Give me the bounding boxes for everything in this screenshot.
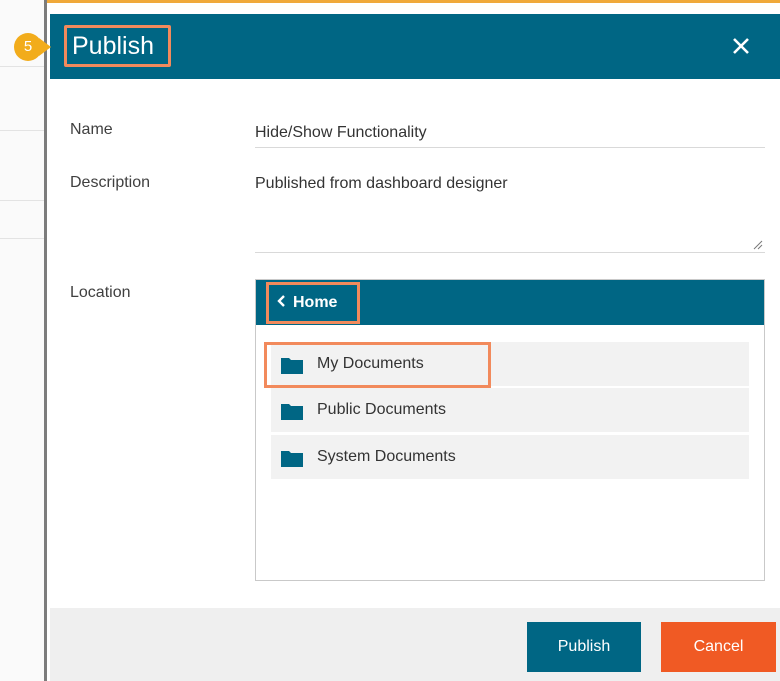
dialog-title: Publish: [64, 25, 171, 67]
dialog-header: Publish: [50, 14, 780, 79]
folder-label: Public Documents: [317, 401, 446, 418]
step-badge-pointer: [39, 38, 51, 56]
folder-system-documents[interactable]: System Documents: [271, 435, 749, 479]
home-back-button[interactable]: Home: [266, 282, 360, 324]
location-browser: Home My Documents Public Documents Syste…: [255, 279, 765, 581]
name-label: Name: [70, 121, 113, 138]
dialog-footer: Publish Cancel: [50, 608, 780, 681]
folder-label: My Documents: [317, 355, 424, 372]
publish-button[interactable]: Publish: [527, 622, 641, 672]
top-accent-bar: [0, 0, 780, 3]
description-field[interactable]: Published from dashboard designer: [255, 168, 765, 253]
cancel-button[interactable]: Cancel: [661, 622, 776, 672]
step-badge: 5: [14, 33, 42, 61]
folder-public-documents[interactable]: Public Documents: [271, 388, 749, 432]
description-label: Description: [70, 174, 151, 191]
close-icon[interactable]: [726, 31, 756, 61]
name-field[interactable]: Hide/Show Functionality: [255, 119, 765, 148]
home-label: Home: [293, 294, 338, 311]
folder-icon: [281, 451, 303, 467]
resize-grip-icon[interactable]: [753, 240, 763, 250]
background-page-strip: [0, 0, 47, 681]
location-browser-bar: Home: [256, 280, 764, 325]
folder-icon: [281, 404, 303, 420]
folder-my-documents[interactable]: My Documents: [264, 342, 749, 388]
publish-dialog: Publish Name Hide/Show Functionality Des…: [50, 14, 780, 681]
description-text: Published from dashboard designer: [255, 175, 508, 192]
folder-label: System Documents: [317, 448, 456, 465]
folder-icon: [281, 358, 303, 374]
chevron-left-icon: [277, 285, 287, 321]
location-label: Location: [70, 284, 131, 301]
